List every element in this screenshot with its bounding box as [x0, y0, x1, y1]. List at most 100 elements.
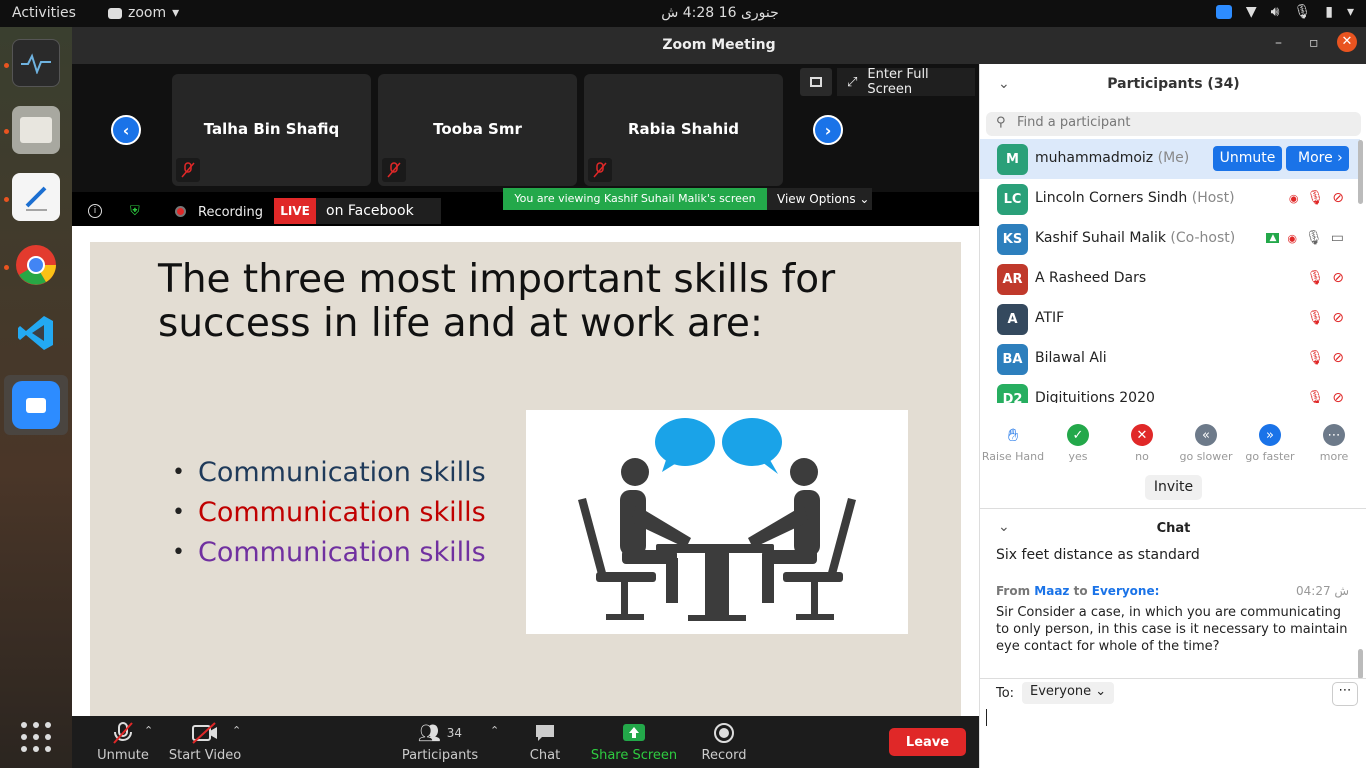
unmute-self-button[interactable]: Unmute — [1213, 146, 1282, 171]
participant-search-input[interactable]: ⚲ Find a participant — [986, 112, 1361, 136]
prev-page-button[interactable]: ‹ — [111, 115, 141, 145]
files-icon[interactable] — [12, 106, 60, 154]
record-button[interactable]: Record — [696, 722, 752, 763]
next-page-button[interactable]: › — [813, 115, 843, 145]
go-slower-button[interactable]: « go slower — [1174, 424, 1238, 463]
battery-icon: ▮ — [1325, 4, 1333, 20]
minimize-icon[interactable]: – — [1275, 35, 1282, 51]
participant-name: A Rasheed Dars — [1035, 270, 1146, 286]
reaction-label: go faster — [1245, 450, 1295, 463]
app-menu-label: zoom — [128, 5, 167, 21]
chat-message-header: From Maaz to Everyone: — [996, 584, 1159, 598]
muted-mic-icon — [588, 158, 612, 182]
fast-forward-icon: » — [1259, 424, 1281, 446]
video-off-icon: ⊘ — [1332, 190, 1344, 206]
encryption-shield-icon[interactable]: ⛨ — [130, 204, 140, 219]
bullet-icon: • — [172, 499, 185, 525]
share-screen-label: Share Screen — [590, 748, 678, 763]
activities-button[interactable]: Activities — [12, 5, 76, 21]
participant-row[interactable]: D2 Digituitions 2020 🎙︎ ⊘ — [980, 379, 1360, 403]
video-tile[interactable]: Talha Bin Shafiq — [172, 74, 371, 186]
vscode-icon[interactable] — [12, 309, 60, 357]
recording-label[interactable]: Recording — [198, 205, 263, 220]
invite-button[interactable]: Invite — [1145, 475, 1202, 500]
chat-recipient-dropdown[interactable]: Everyone ⌄ — [1022, 682, 1115, 704]
participants-label: Participants — [401, 748, 479, 763]
info-icon[interactable]: i — [88, 204, 102, 218]
participants-count: 34 — [446, 726, 463, 740]
ellipsis-icon: ⋯ — [1323, 424, 1345, 446]
video-tile[interactable]: Tooba Smr — [378, 74, 577, 186]
chat-sender[interactable]: Maaz — [1034, 584, 1069, 598]
clock[interactable]: جنوری 16 4:28 ش — [640, 5, 800, 21]
shared-screen[interactable]: The three most important skills for succ… — [72, 226, 979, 717]
start-video-button[interactable]: Start Video — [168, 722, 242, 763]
zoom-dock-icon[interactable] — [4, 375, 68, 435]
meeting-toolbar: Unmute ⌃ Start Video ⌃ 👥︎ 34 Participant… — [72, 716, 979, 768]
app-menu[interactable]: zoom ▾ — [108, 5, 179, 21]
chevron-down-icon: ⌄ — [1095, 684, 1107, 699]
recording-dot-icon — [175, 206, 186, 217]
chat-more-icon[interactable]: ⋯ — [1332, 682, 1358, 706]
participant-row[interactable]: KS Kashif Suhail Malik (Co-host) ▲ ◉ 🎙︎ ▭ — [980, 219, 1360, 259]
muted-mic-icon: 🎙︎ — [1306, 350, 1325, 366]
yes-button[interactable]: ✓ yes — [1046, 424, 1110, 463]
no-button[interactable]: ✕ no — [1110, 424, 1174, 463]
window-titlebar[interactable]: Zoom Meeting – ▫ ✕ — [72, 27, 1366, 64]
participant-row[interactable]: LC Lincoln Corners Sindh (Host) ◉ 🎙︎ ⊘ — [980, 179, 1360, 219]
chrome-icon[interactable] — [12, 241, 60, 289]
chat-timestamp: 04:27 ش — [1296, 584, 1350, 598]
chat-divider — [980, 678, 1366, 679]
participant-name: ATIF — [1035, 310, 1064, 326]
zoom-app-icon — [108, 7, 122, 19]
participants-button[interactable]: 👥︎ 34 Participants — [400, 722, 480, 764]
view-options-dropdown[interactable]: View Options ⌄ — [767, 188, 872, 210]
avatar: D2 — [997, 384, 1028, 403]
share-screen-button[interactable]: Share Screen — [588, 722, 680, 763]
participant-row[interactable]: M muhammadmoiz (Me) Unmute More › — [980, 139, 1360, 179]
video-off-icon: ⊘ — [1332, 270, 1344, 286]
slide-bullet-list: • Communication skills • Communication ski… — [172, 452, 486, 572]
video-options-caret-icon[interactable]: ⌃ — [232, 724, 241, 737]
zoom-tray-icon[interactable] — [1215, 5, 1232, 19]
avatar: M — [997, 144, 1028, 175]
participants-scrollbar[interactable] — [1358, 140, 1363, 204]
audio-options-caret-icon[interactable]: ⌃ — [144, 724, 153, 737]
system-tray[interactable]: ▼ 🔊︎ 🎙︎ ▮ ▾ — [1215, 4, 1354, 20]
more-options-button[interactable]: More › — [1286, 146, 1349, 171]
chat-button[interactable]: Chat — [520, 722, 570, 763]
participants-caret-icon[interactable]: ⌃ — [490, 724, 499, 737]
close-icon[interactable]: ✕ — [1337, 32, 1357, 52]
show-applications-icon[interactable] — [12, 713, 60, 761]
live-badge[interactable]: LIVE — [274, 198, 316, 224]
live-target[interactable]: on Facebook — [316, 198, 441, 224]
muted-mic-icon: 🎙︎ — [1306, 310, 1325, 326]
video-off-icon: ⊘ — [1332, 390, 1344, 403]
full-screen-button[interactable]: ⤢ Enter Full Screen — [837, 67, 975, 97]
more-reactions-button[interactable]: ⋯ more — [1302, 424, 1366, 463]
text-editor-icon[interactable] — [12, 173, 60, 221]
slide-bullet: • Communication skills — [172, 452, 486, 492]
video-tile[interactable]: Rabia Shahid — [584, 74, 783, 186]
layout-toggle-button[interactable] — [800, 68, 832, 96]
participant-status-icons: 🎙︎ ⊘ — [1306, 350, 1344, 366]
system-monitor-icon[interactable] — [12, 39, 60, 87]
participant-row[interactable]: AR A Rasheed Dars 🎙︎ ⊘ — [980, 259, 1360, 299]
go-faster-button[interactable]: » go faster — [1238, 424, 1302, 463]
more-options-label: More — [1298, 150, 1333, 166]
leave-button[interactable]: Leave — [889, 728, 966, 756]
bullet-icon: • — [172, 459, 185, 485]
chat-label: Chat — [529, 748, 561, 763]
participant-row[interactable]: A ATIF 🎙︎ ⊘ — [980, 299, 1360, 339]
participant-name-text: muhammadmoiz — [1035, 150, 1154, 166]
reaction-label: yes — [1068, 450, 1088, 463]
raise-hand-button[interactable]: ✋︎ Raise Hand — [981, 424, 1045, 464]
maximize-icon[interactable]: ▫ — [1309, 35, 1319, 51]
conversation-illustration — [526, 410, 908, 634]
chat-message-input[interactable] — [986, 709, 1364, 765]
participant-name: Rabia Shahid — [627, 120, 740, 138]
chat-recipient[interactable]: Everyone: — [1092, 584, 1160, 598]
participant-row[interactable]: BA Bilawal Ali 🎙︎ ⊘ — [980, 339, 1360, 379]
chat-scrollbar[interactable] — [1358, 649, 1363, 679]
x-icon: ✕ — [1131, 424, 1153, 446]
